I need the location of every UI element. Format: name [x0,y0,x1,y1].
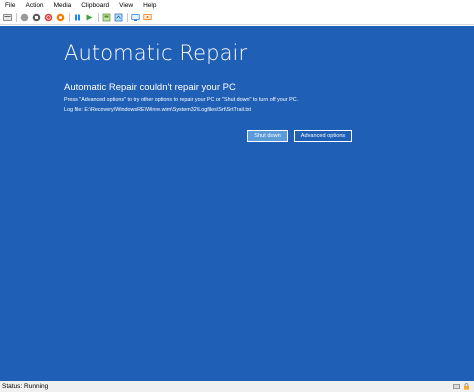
status-text: Status: Running [2,383,49,390]
advanced-options-button[interactable]: Advanced options [294,130,352,142]
status-icons [450,383,470,390]
ctrl-alt-del-icon[interactable] [3,13,12,22]
menu-file[interactable]: File [0,0,20,11]
share-icon[interactable] [143,13,152,22]
toolbar-separator [127,13,128,22]
page-title: Automatic Repair [64,41,248,65]
vm-screen-automatic-repair[interactable]: Automatic Repair Automatic Repair couldn… [0,26,474,381]
menu-view[interactable]: View [114,0,138,11]
toolbar-separator [69,13,70,22]
shut-down-icon[interactable] [44,13,53,22]
menu-help[interactable]: Help [138,0,161,11]
toolbar-separator [98,13,99,22]
keyboard-icon [453,383,460,390]
shut-down-button[interactable]: Shut down [247,130,288,142]
toolbar-separator [16,13,17,22]
revert-icon[interactable] [114,13,123,22]
start-icon[interactable] [20,13,29,22]
vm-connection-window: File Action Media Clipboard View Help Au… [0,0,474,392]
menu-action[interactable]: Action [20,0,48,11]
menu-media[interactable]: Media [49,0,77,11]
checkpoint-icon[interactable] [102,13,111,22]
repair-description: Press "Advanced options" to try other op… [64,97,299,103]
enhanced-session-icon[interactable] [131,13,140,22]
lock-icon [463,383,470,390]
reset-icon[interactable] [85,13,94,22]
toolbar [0,11,474,25]
status-bar: Status: Running [0,381,474,392]
pause-icon[interactable] [73,13,82,22]
repair-subtitle: Automatic Repair couldn't repair your PC [64,82,236,93]
turn-off-icon[interactable] [32,13,41,22]
log-file-path: Log file: E:\Recovery\WindowsRE\Winre.wi… [64,107,252,113]
menu-clipboard[interactable]: Clipboard [76,0,114,11]
save-icon[interactable] [56,13,65,22]
menu-bar: File Action Media Clipboard View Help [0,0,474,11]
